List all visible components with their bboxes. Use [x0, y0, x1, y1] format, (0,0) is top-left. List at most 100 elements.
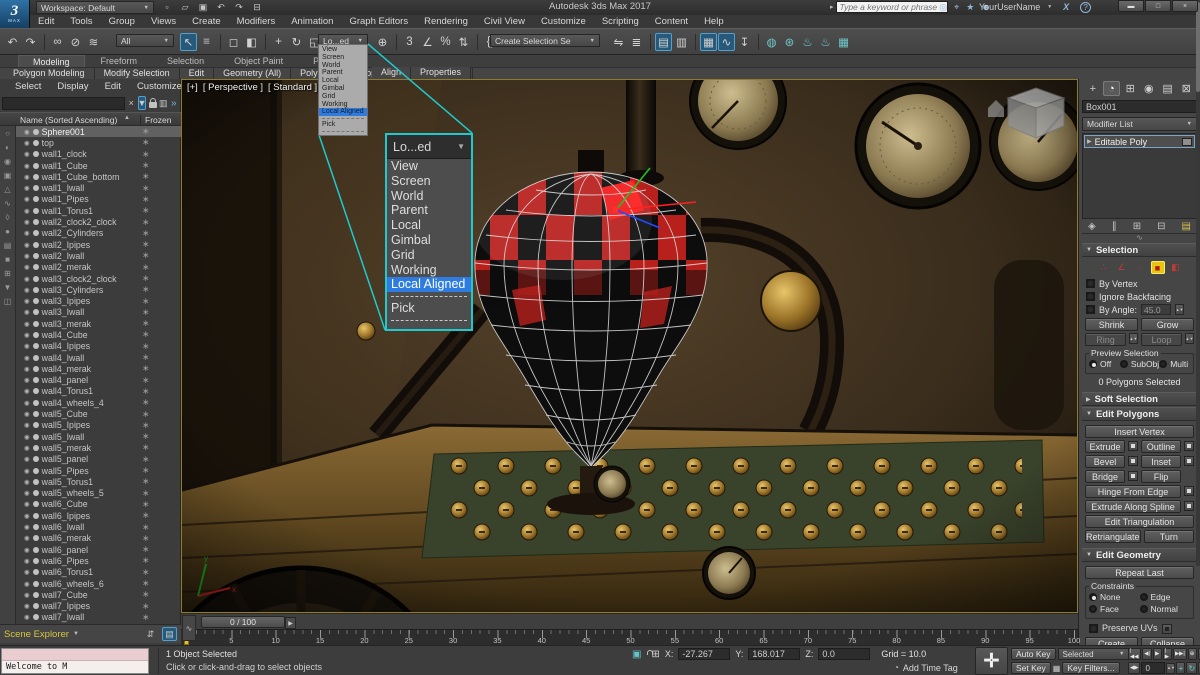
make-unique-icon[interactable]: ⊞	[1133, 221, 1141, 232]
tab-utilities[interactable]: ⊠	[1177, 81, 1195, 96]
expand-icon[interactable]: ▶	[1087, 138, 1092, 145]
time-slider[interactable]: 0 / 100 ▶	[201, 616, 285, 628]
frozen-toggle-icon[interactable]: ∗	[142, 578, 150, 589]
window-crossing-icon[interactable]: ◧	[243, 33, 260, 51]
viewport-pov-menu[interactable]: [ Perspective ]	[203, 82, 263, 93]
z-coordinate-field[interactable]	[818, 648, 870, 660]
retriangulate-button[interactable]: Retriangulate	[1085, 530, 1141, 543]
visibility-eye-icon[interactable]: ◉	[24, 286, 30, 294]
bevel-button[interactable]: Bevel	[1085, 455, 1125, 468]
preserve-uvs-settings-icon[interactable]	[1162, 624, 1172, 634]
angle-spinner[interactable]: ▲▼	[1175, 304, 1184, 315]
frozen-toggle-icon[interactable]: ∗	[142, 183, 150, 194]
dropdown-option[interactable]: Working	[387, 263, 471, 278]
menu-item[interactable]: Views	[143, 15, 184, 28]
search-input[interactable]	[836, 1, 948, 13]
rect-selection-region-icon[interactable]: ◻	[225, 33, 242, 51]
scene-object-row[interactable]: ◉ wall2_Ipipes ∗	[16, 239, 181, 250]
next-frame-arrow-icon[interactable]: ▶	[285, 617, 296, 629]
menu-item[interactable]: Tools	[62, 15, 100, 28]
visibility-eye-icon[interactable]: ◉	[24, 523, 30, 531]
bridge-button[interactable]: Bridge	[1085, 470, 1125, 483]
select-object-icon[interactable]: ↖	[180, 33, 197, 51]
menu-item[interactable]: Graph Editors	[341, 15, 416, 28]
frozen-toggle-icon[interactable]: ∗	[142, 522, 150, 533]
frozen-toggle-icon[interactable]: ∗	[142, 476, 150, 487]
scene-object-row[interactable]: ◉ wall5_Iwall ∗	[16, 431, 181, 442]
constraint-radio[interactable]: Face	[1089, 603, 1140, 615]
save-file-icon[interactable]: ▣	[196, 1, 210, 13]
scene-object-row[interactable]: ◉ wall4_merak ∗	[16, 363, 181, 374]
scene-object-row[interactable]: ◉ Sphere001 ∗	[16, 126, 181, 137]
constraint-radio[interactable]: None	[1089, 591, 1140, 603]
percent-snap-icon[interactable]: %	[437, 33, 454, 51]
scene-explorer-menu-item[interactable]: Edit	[98, 79, 128, 94]
bind-spacewarp-icon[interactable]: ≋	[85, 33, 102, 51]
frozen-toggle-icon[interactable]: ∗	[142, 431, 150, 442]
frozen-toggle-icon[interactable]: ∗	[142, 217, 150, 228]
constraint-radio[interactable]: Normal	[1140, 603, 1191, 615]
project-folder-icon[interactable]: ⊟	[250, 1, 264, 13]
inset-settings-icon[interactable]	[1184, 456, 1194, 466]
toggle-ribbon-icon[interactable]: ▦	[700, 33, 717, 51]
time-slider-track[interactable]: 0 / 100 ▶	[181, 613, 1078, 629]
remove-modifier-icon[interactable]: ⊟	[1157, 221, 1165, 232]
visibility-eye-icon[interactable]: ◉	[24, 128, 30, 136]
time-tag-clock-icon[interactable]: ◔	[894, 663, 899, 672]
frozen-toggle-icon[interactable]: ∗	[142, 488, 150, 499]
display-all-icon[interactable]: ○	[2, 128, 14, 139]
configure-modifier-sets-icon[interactable]: ▤	[1182, 221, 1191, 232]
frozen-toggle-icon[interactable]: ∗	[142, 296, 150, 307]
menu-item[interactable]: Civil View	[476, 15, 533, 28]
scene-explorer-menu-item[interactable]: Customize	[130, 79, 189, 94]
ring-spinner[interactable]: ▲▼	[1129, 333, 1138, 344]
visibility-eye-icon[interactable]: ◉	[24, 263, 30, 271]
play-button[interactable]: ▶	[1153, 648, 1162, 660]
dropdown-option[interactable]: Screen	[387, 174, 471, 189]
next-frame-button[interactable]: |▶	[1163, 648, 1172, 660]
menu-item[interactable]: Modifiers	[229, 15, 284, 28]
curve-editor-icon[interactable]: ∿	[718, 33, 735, 51]
modifier-stack-item[interactable]: ▶ Editable Poly	[1084, 135, 1195, 148]
scene-object-row[interactable]: ◉ wall3_Ipipes ∗	[16, 295, 181, 306]
redo-small-icon[interactable]: ↷	[232, 1, 246, 13]
visibility-eye-icon[interactable]: ◉	[24, 354, 30, 362]
snap-toggle-icon[interactable]: 3	[401, 33, 418, 51]
scene-object-row[interactable]: ◉ wall7_Cube ∗	[16, 589, 181, 600]
frozen-toggle-icon[interactable]: ∗	[142, 341, 150, 352]
dropdown-option[interactable]: Working	[319, 101, 367, 109]
welcome-screen-button[interactable]: Welcome to M	[1, 648, 149, 674]
visibility-eye-icon[interactable]: ◉	[24, 207, 30, 215]
modifier-list-dropdown[interactable]: Modifier List▼	[1082, 117, 1197, 131]
chevrons-more-icon[interactable]: »	[169, 96, 178, 110]
object-name-field[interactable]	[1082, 100, 1200, 113]
coord-system-dropdown-header[interactable]: Lo...ed ▼	[387, 135, 471, 159]
by-vertex-checkbox[interactable]: By Vertex	[1083, 277, 1196, 290]
render-production-icon[interactable]: ♨	[817, 33, 834, 51]
exchange-store-icon[interactable]: X	[1059, 1, 1073, 13]
show-end-result-icon[interactable]: ∥	[1112, 221, 1117, 232]
visibility-eye-icon[interactable]: ◉	[24, 399, 30, 407]
set-key-button[interactable]: Set Key	[1011, 662, 1051, 674]
align-icon[interactable]: ≣	[628, 33, 645, 51]
preview-selection-radio[interactable]: Multi	[1159, 358, 1190, 370]
scene-object-row[interactable]: ◉ wall6_merak ∗	[16, 533, 181, 544]
x-coordinate-field[interactable]	[678, 648, 730, 660]
key-mode-dropdown[interactable]: Selected▼	[1058, 648, 1130, 660]
frozen-toggle-icon[interactable]: ∗	[142, 420, 150, 431]
scene-object-row[interactable]: ◉ wall1_Cube_bottom ∗	[16, 171, 181, 182]
scene-object-row[interactable]: ◉ wall2_Cylinders ∗	[16, 228, 181, 239]
scene-object-row[interactable]: ◉ wall5_panel ∗	[16, 454, 181, 465]
extrude-spline-settings-icon[interactable]	[1184, 501, 1194, 511]
scene-object-row[interactable]: ◉ wall6_Pipes ∗	[16, 555, 181, 566]
border-mode-icon[interactable]: ◌	[1133, 261, 1147, 274]
chevron-down-icon[interactable]: ▼	[1047, 4, 1052, 10]
perspective-viewport[interactable]: [+] [ Perspective ] [ Standard ] [ Off ]	[181, 79, 1078, 613]
visibility-eye-icon[interactable]: ◉	[24, 478, 30, 486]
communication-center-icon[interactable]: ⌖	[954, 1, 959, 13]
frozen-toggle-icon[interactable]: ∗	[142, 465, 150, 476]
open-file-icon[interactable]: ▱	[178, 1, 192, 13]
frozen-toggle-icon[interactable]: ∗	[142, 454, 150, 465]
preserve-uvs-checkbox[interactable]	[1089, 624, 1098, 633]
scene-object-row[interactable]: ◉ wall2_Iwall ∗	[16, 250, 181, 261]
